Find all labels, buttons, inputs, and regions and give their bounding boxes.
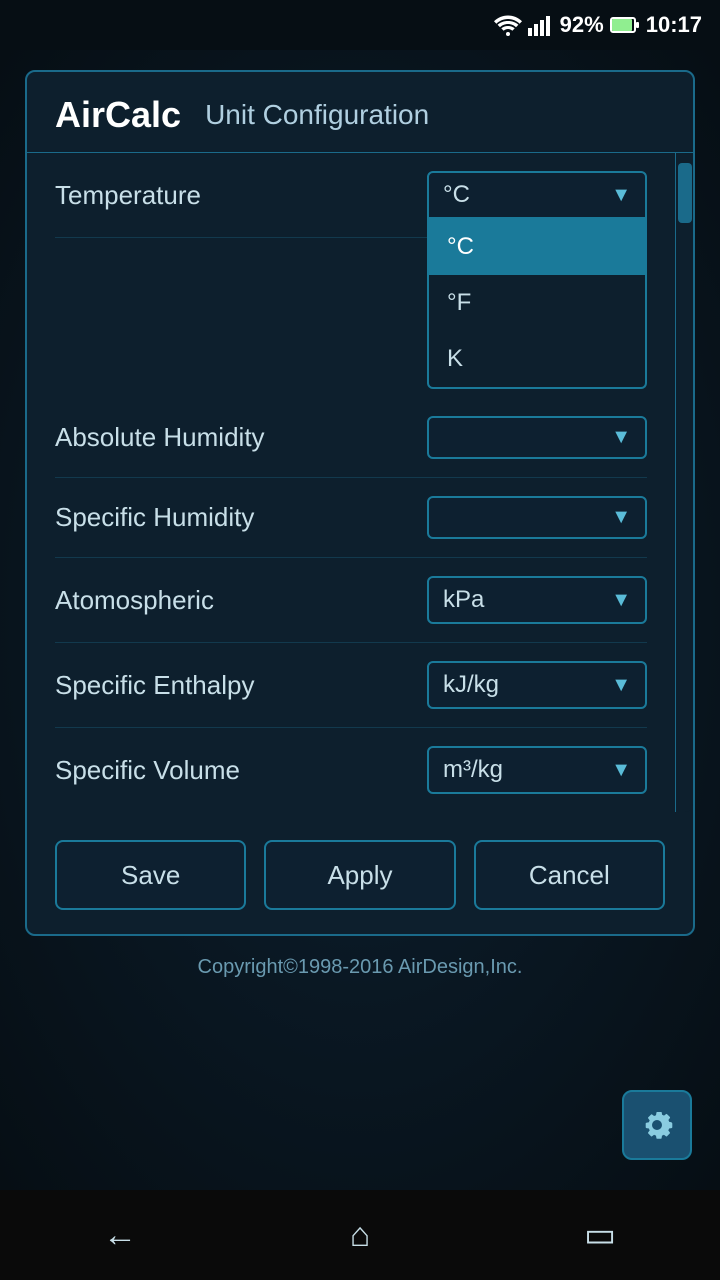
atomospheric-label: Atomospheric xyxy=(55,585,214,616)
apply-button[interactable]: Apply xyxy=(264,840,455,910)
status-icons: 92% 10:17 xyxy=(494,12,702,38)
cancel-button[interactable]: Cancel xyxy=(474,840,665,910)
specific-volume-label: Specific Volume xyxy=(55,755,240,786)
specific-enthalpy-label: Specific Enthalpy xyxy=(55,670,254,701)
signal-icon xyxy=(528,14,554,36)
specific-humidity-dropdown[interactable]: ▼ xyxy=(427,496,647,539)
title-row: AirCalc Unit Configuration xyxy=(27,72,693,153)
form-row-absolute-humidity: Absolute Humidity ▼ xyxy=(55,398,647,478)
nav-bar: ← ⌂ ▭ xyxy=(0,1190,720,1280)
nav-home-button[interactable]: ⌂ xyxy=(320,1205,400,1265)
status-bar: 92% 10:17 xyxy=(0,0,720,50)
specific-volume-dropdown[interactable]: m³/kg ▼ xyxy=(427,746,647,794)
gear-button[interactable] xyxy=(622,1090,692,1160)
temperature-dropdown-menu: °C °F K xyxy=(427,219,647,389)
atomospheric-dropdown[interactable]: kPa ▼ xyxy=(427,576,647,624)
battery-icon xyxy=(610,16,640,34)
form-row-atomospheric: Atomospheric kPa ▼ xyxy=(55,558,647,643)
app-title: AirCalc xyxy=(55,94,181,136)
copyright-text: Copyright©1998-2016 AirDesign,Inc. xyxy=(198,956,523,979)
back-icon: ← xyxy=(103,1216,137,1255)
form-row-temperature: Temperature °C ▼ °C °F K xyxy=(55,153,647,238)
gear-icon xyxy=(637,1105,677,1145)
dialog-inner: Temperature °C ▼ °C °F K xyxy=(27,153,693,812)
specific-enthalpy-value: kJ/kg xyxy=(443,671,499,699)
atomospheric-arrow-icon: ▼ xyxy=(611,589,631,612)
recents-icon: ▭ xyxy=(584,1215,616,1255)
time-text: 10:17 xyxy=(646,12,702,38)
absolute-humidity-dropdown[interactable]: ▼ xyxy=(427,416,647,459)
form-row-specific-humidity: Specific Humidity ▼ xyxy=(55,478,647,558)
dialog-content: Temperature °C ▼ °C °F K xyxy=(27,153,675,812)
temperature-label: Temperature xyxy=(55,180,201,211)
specific-humidity-arrow-icon: ▼ xyxy=(611,506,631,529)
temp-option-fahrenheit[interactable]: °F xyxy=(429,275,645,331)
buttons-row: Save Apply Cancel xyxy=(27,812,693,910)
specific-volume-arrow-icon: ▼ xyxy=(611,759,631,782)
specific-enthalpy-dropdown[interactable]: kJ/kg ▼ xyxy=(427,661,647,709)
specific-enthalpy-arrow-icon: ▼ xyxy=(611,674,631,697)
temperature-arrow-icon: ▼ xyxy=(611,184,631,207)
battery-text: 92% xyxy=(560,12,604,38)
dialog-card: AirCalc Unit Configuration Temperature °… xyxy=(25,70,695,936)
scrollbar-track xyxy=(675,153,693,812)
scrollbar-thumb[interactable] xyxy=(678,163,692,223)
atomospheric-value: kPa xyxy=(443,586,484,614)
save-button[interactable]: Save xyxy=(55,840,246,910)
form-row-specific-enthalpy: Specific Enthalpy kJ/kg ▼ xyxy=(55,643,647,728)
absolute-humidity-label: Absolute Humidity xyxy=(55,422,265,453)
absolute-humidity-arrow-icon: ▼ xyxy=(611,426,631,449)
specific-volume-value: m³/kg xyxy=(443,756,503,784)
wifi-icon xyxy=(494,14,522,36)
form-row-specific-volume: Specific Volume m³/kg ▼ xyxy=(55,728,647,812)
temp-option-kelvin[interactable]: K xyxy=(429,331,645,387)
home-icon: ⌂ xyxy=(350,1216,371,1255)
temperature-dropdown-container: °C ▼ °C °F K xyxy=(427,171,647,219)
nav-recents-button[interactable]: ▭ xyxy=(560,1205,640,1265)
nav-back-button[interactable]: ← xyxy=(80,1205,160,1265)
temperature-value: °C xyxy=(443,181,470,209)
page-title: Unit Configuration xyxy=(205,99,429,131)
temp-option-celsius[interactable]: °C xyxy=(429,219,645,275)
specific-humidity-label: Specific Humidity xyxy=(55,502,254,533)
main-background: AirCalc Unit Configuration Temperature °… xyxy=(0,50,720,1190)
temperature-dropdown-header[interactable]: °C ▼ xyxy=(427,171,647,219)
